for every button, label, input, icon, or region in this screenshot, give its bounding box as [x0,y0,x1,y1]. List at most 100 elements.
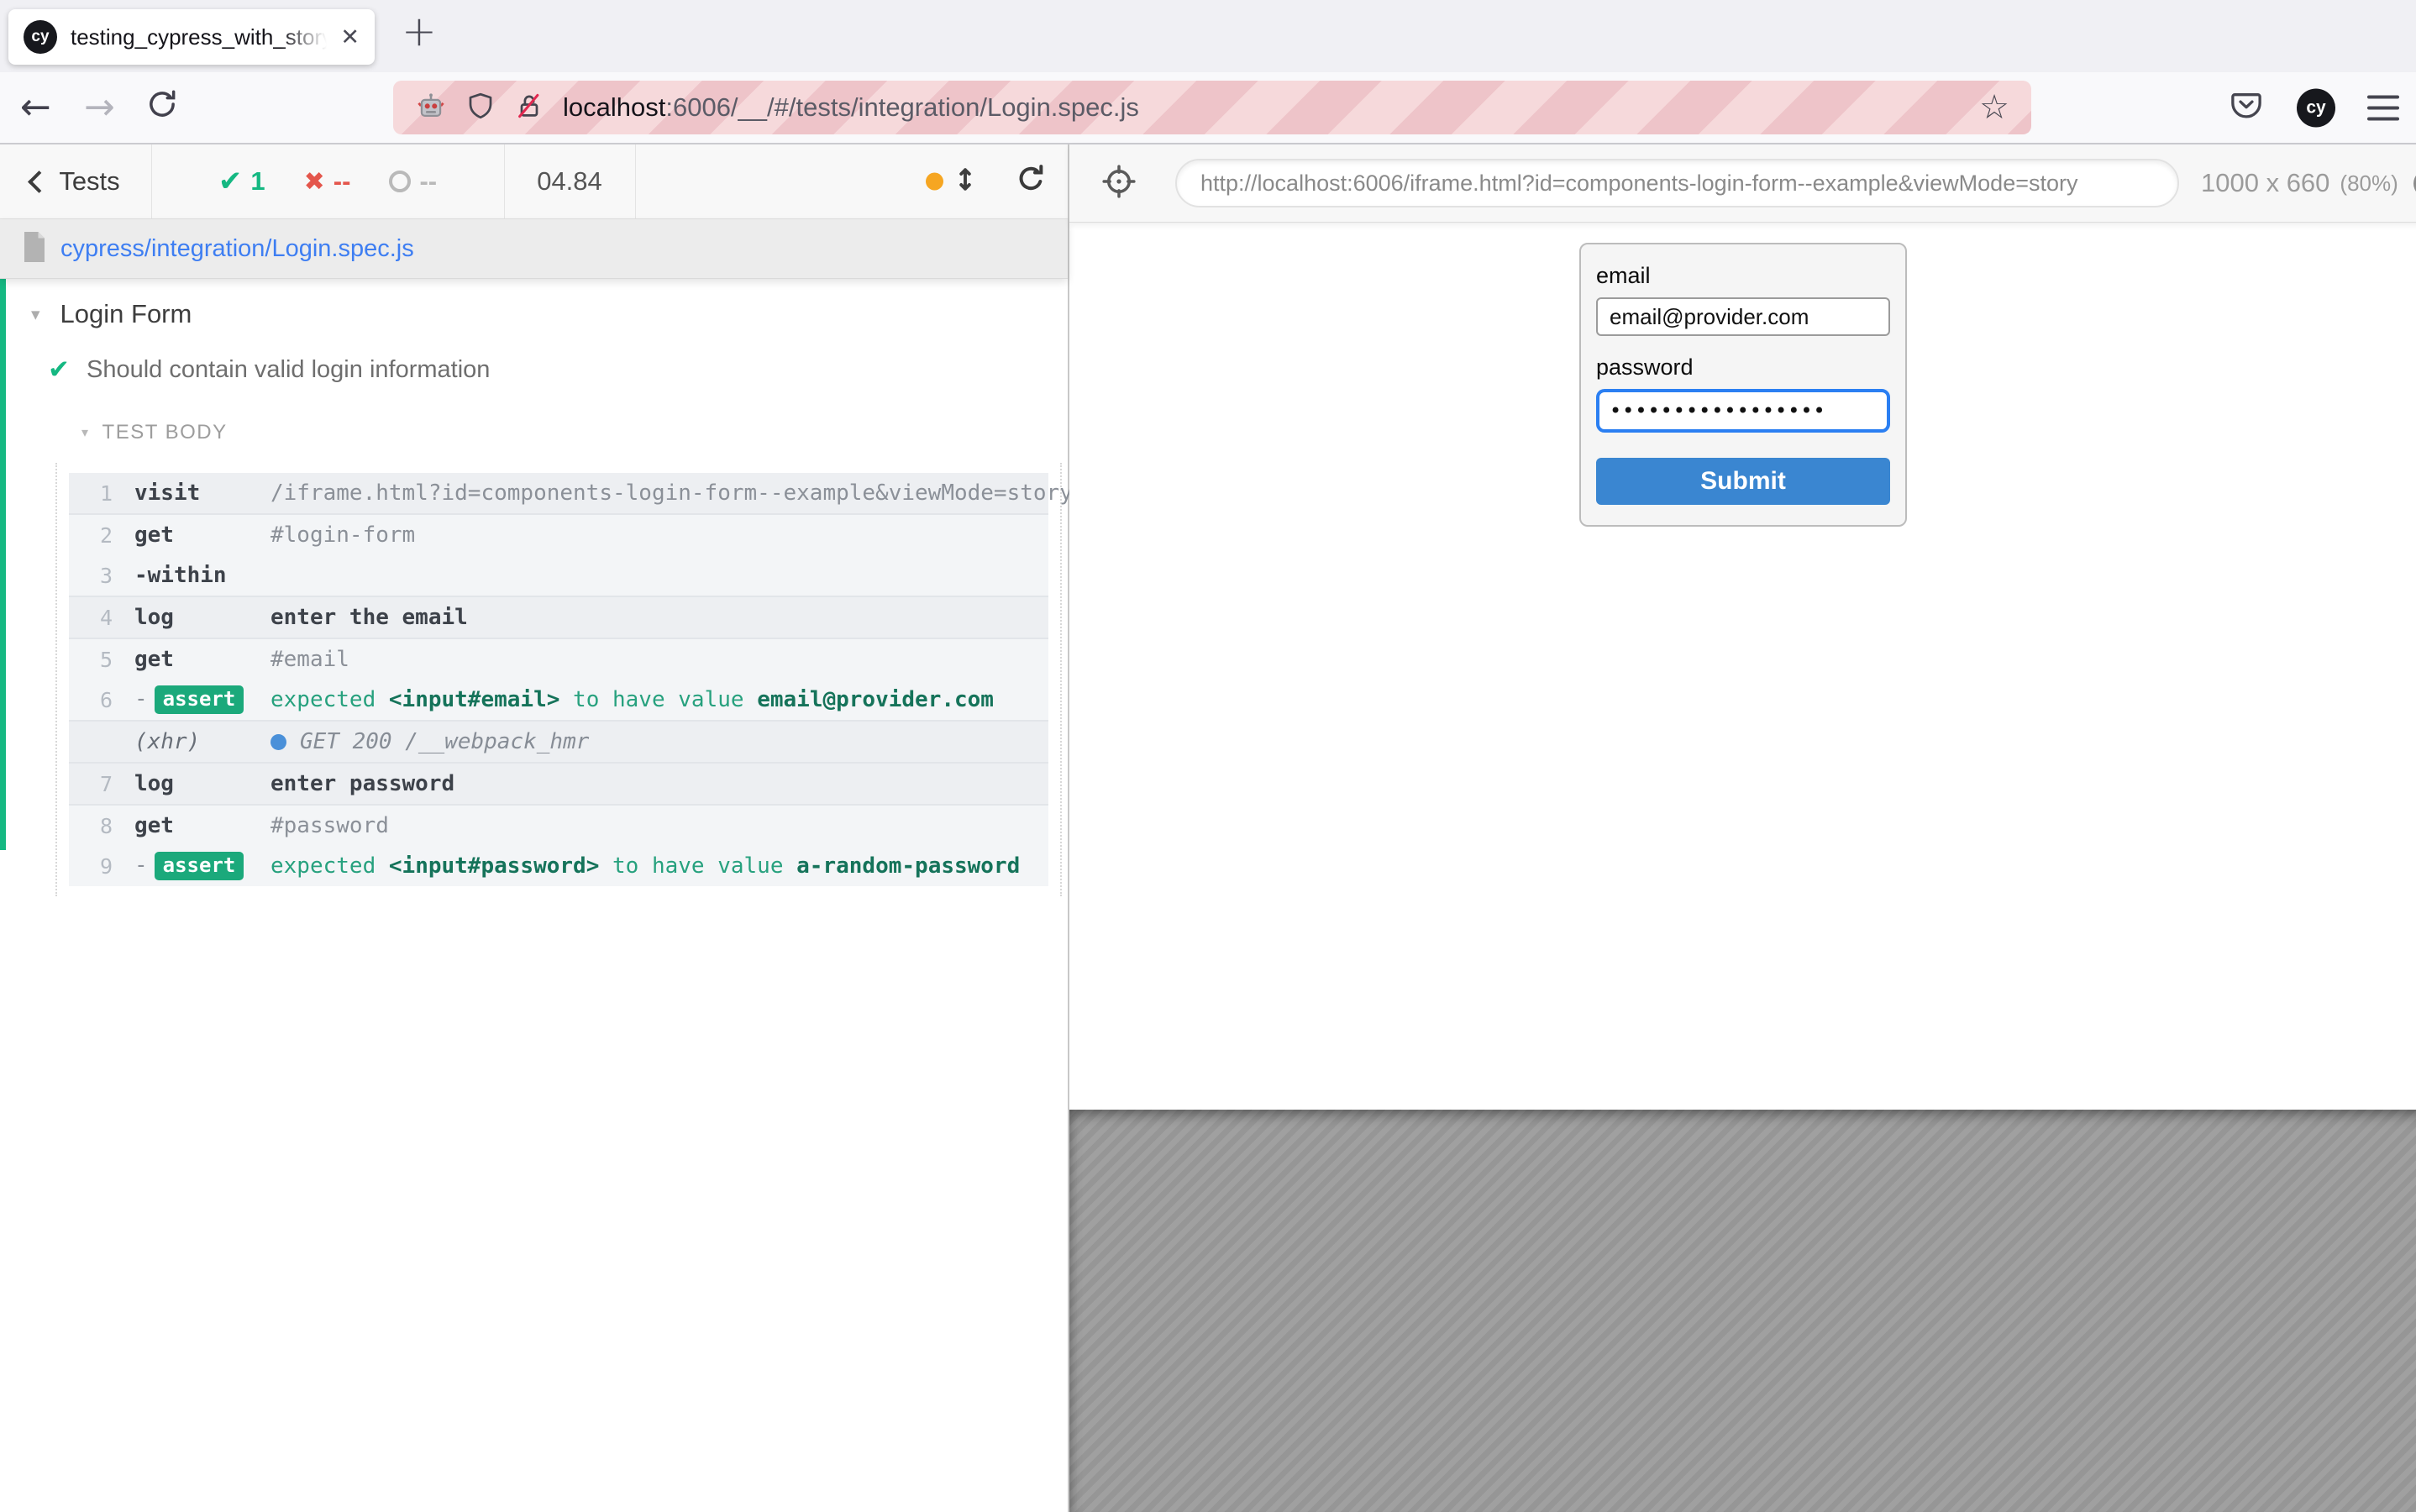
pending-count: -- [419,166,437,197]
url-path: :6006/__/#/tests/integration/Login.spec.… [665,92,1139,122]
xhr-label: (xhr) [134,729,270,754]
email-field[interactable] [1596,297,1890,336]
command-row[interactable]: 4 logenter the email [69,596,1048,638]
failed-count: -- [334,166,351,197]
toolbar-right-cluster: cy [2228,87,2399,129]
browser-window: cy testing_cypress_with_storybook ✕ + ← … [0,0,2416,1512]
auto-scroll-toggle[interactable] [926,165,980,199]
reload-icon[interactable] [144,87,180,129]
back-to-tests-button[interactable]: Tests [0,144,152,218]
updown-arrows-icon [950,165,980,199]
command-name: log [134,605,270,630]
suite-pass-bar [0,279,6,850]
email-label: email [1596,263,1890,289]
command-name: visit [134,480,270,506]
submit-button[interactable]: Submit [1596,458,1890,505]
pocket-icon[interactable] [2228,87,2265,129]
command-row[interactable]: 3-within [69,555,1048,596]
suite-row[interactable]: ▾ Login Form [31,299,1068,329]
viewport-size: 1000 x 660 [2201,168,2329,198]
command-number: 9 [69,854,113,879]
command-number: 8 [69,814,113,838]
spec-file-link[interactable]: cypress/integration/Login.spec.js [60,235,414,263]
robot-icon [415,90,447,126]
command-args: enter the email [270,605,468,630]
command-args: enter password [270,771,454,796]
viewport-zoom: (80%) [2340,171,2398,197]
command-row[interactable]: 8 get#password [69,804,1048,846]
command-row[interactable]: 1visit/iframe.html?id=components-login-f… [69,473,1048,513]
test-body-header[interactable]: ▾ TEST BODY [81,421,1068,444]
command-number: 7 [69,772,113,796]
tab-title: testing_cypress_with_storybook [71,24,327,50]
rerun-tests-icon[interactable] [1014,163,1048,201]
collapse-triangle-icon[interactable]: ▾ [31,306,40,323]
test-body-label: TEST BODY [102,421,228,444]
command-args: expected <input#email> to have value ema… [270,687,994,712]
section-triangle-icon[interactable]: ▾ [81,426,90,439]
test-stats: ✔ 1 ✖ -- -- [151,144,505,218]
stat-pending[interactable]: -- [389,166,437,197]
forward-icon[interactable]: → [84,89,115,126]
command-name: get [134,647,270,672]
command-row[interactable]: 7 logenter password [69,762,1048,804]
password-field[interactable] [1596,389,1890,433]
shield-icon[interactable] [465,91,496,125]
command-row[interactable]: 6 -assertexpected <input#email> to have v… [69,680,1048,720]
command-number: 4 [69,606,113,630]
test-pass-check-icon: ✔ [48,357,70,383]
command-name: get [134,813,270,838]
command-name: -assert [134,852,270,880]
suite-title: Login Form [60,299,192,329]
reporter-toolbar: Tests ✔ 1 ✖ -- -- 04.84 [0,144,1068,219]
command-log: ▾ Login Form ✔ Should contain valid logi… [0,279,1068,1512]
app-iframe-stage: email password Submit [1069,223,2416,1110]
url-text: localhost:6006/__/#/tests/integration/Lo… [563,92,1139,123]
tests-label: Tests [59,166,119,197]
command-name: get [134,522,270,548]
cypress-reporter-pane: Tests ✔ 1 ✖ -- -- 04.84 [0,144,1069,1512]
assert-badge: assert [155,852,244,880]
command-number: 3 [69,564,113,588]
preview-url-input[interactable]: http://localhost:6006/iframe.html?id=com… [1175,159,2179,207]
command-number: 6 [69,688,113,712]
command-name: log [134,771,270,796]
tab-close-icon[interactable]: ✕ [340,24,360,50]
command-args: GET 200 /__webpack_hmr [270,729,589,754]
stat-failed[interactable]: ✖ -- [304,166,351,197]
stat-passed[interactable]: ✔ 1 [218,165,265,198]
command-args: #email [270,647,349,672]
cypress-favicon-icon: cy [24,20,57,54]
login-form-card: email password Submit [1579,243,1907,527]
selector-playground-icon[interactable] [1101,164,1137,203]
new-tab-button[interactable]: + [402,7,437,55]
insecure-lock-icon[interactable] [514,91,544,125]
menu-icon[interactable] [2367,95,2399,120]
command-args: #password [270,813,389,838]
command-name: -assert [134,685,270,714]
app-preview-pane: http://localhost:6006/iframe.html?id=com… [1069,144,2416,1512]
command-list: 1visit/iframe.html?id=components-login-f… [55,463,1062,896]
cypress-account-avatar[interactable]: cy [2297,88,2335,127]
command-row[interactable]: 2get#login-form [69,513,1048,555]
xhr-status-dot-icon [270,734,286,750]
command-args: /iframe.html?id=components-login-form--e… [270,480,1048,506]
back-icon[interactable]: ← [20,89,51,126]
assert-badge: assert [155,685,244,714]
command-row[interactable]: 5get#email [69,638,1048,680]
bookmark-star-icon[interactable]: ☆ [1979,91,2009,124]
command-row[interactable]: (xhr)GET 200 /__webpack_hmr [69,720,1048,762]
password-label: password [1596,354,1890,381]
navigation-toolbar: ← → [0,72,2416,144]
cross-icon: ✖ [304,167,325,197]
passed-count: 1 [250,166,265,197]
command-row[interactable]: 9-assertexpected <input#password> to hav… [69,846,1048,886]
test-row[interactable]: ✔ Should contain valid login information [48,356,1068,384]
offstage-striped-area [1069,1110,2416,1512]
test-title: Should contain valid login information [87,356,490,384]
tab-strip: cy testing_cypress_with_storybook ✕ + [0,0,2416,72]
url-bar[interactable]: localhost:6006/__/#/tests/integration/Lo… [393,81,2031,134]
command-number: 2 [69,523,113,548]
snapshot-dot-icon [926,173,943,191]
browser-tab[interactable]: cy testing_cypress_with_storybook ✕ [8,9,375,65]
